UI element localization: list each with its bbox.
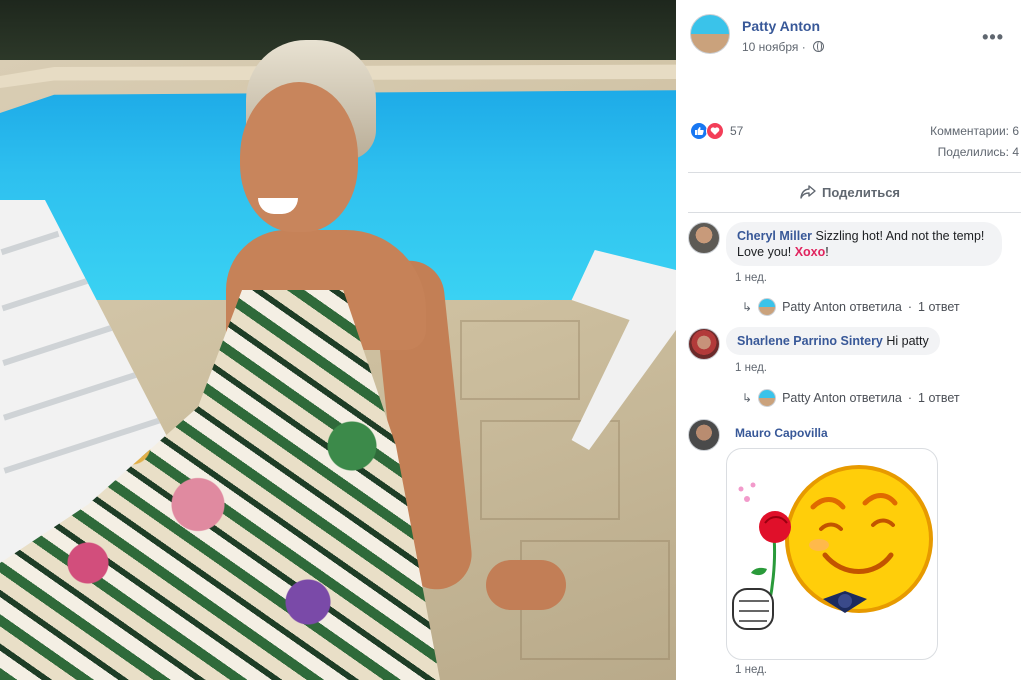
commenter-name[interactable]: Cheryl Miller <box>737 229 812 243</box>
comment-text: Hi patty <box>886 334 929 348</box>
view-replies-link[interactable]: ↳ Patty Anton ответила · 1 ответ <box>742 389 960 407</box>
reply-separator: · <box>907 391 913 405</box>
post-date-text[interactable]: 10 ноября <box>742 40 798 54</box>
comment-item: Mauro Capovilla 1 нед. <box>688 418 1018 680</box>
comment-text-trail: ! <box>825 245 829 259</box>
reply-count-text: 1 ответ <box>918 391 960 405</box>
reply-separator: · <box>907 300 913 314</box>
love-icon <box>706 122 724 140</box>
photo-woman-face <box>240 82 358 232</box>
comment-time[interactable]: 1 нед. <box>735 272 767 284</box>
reply-count-text: 1 ответ <box>918 300 960 314</box>
share-icon <box>800 185 816 199</box>
commenter-name[interactable]: Sharlene Parrino Sintery <box>737 334 883 348</box>
author-avatar[interactable] <box>690 14 730 54</box>
share-button-label: Поделиться <box>821 184 901 200</box>
reply-author-text: Patty Anton ответила <box>782 391 902 405</box>
post-date-separator: · <box>801 40 806 54</box>
comment-highlight-text: Xoxo <box>794 245 826 259</box>
commenter-avatar[interactable] <box>688 419 720 451</box>
comment-bubble: Sharlene Parrino Sintery Hi patty <box>726 327 940 355</box>
post-side-panel: Patty Anton 10 ноября · ••• 57 Комментар… <box>676 0 1024 680</box>
author-name[interactable]: Patty Anton <box>742 18 820 34</box>
reactions-count: 57 <box>730 124 744 138</box>
reply-arrow-icon: ↳ <box>742 391 753 405</box>
share-button[interactable]: Поделиться <box>690 178 1010 206</box>
comment-item: Cheryl Miller Sizzling hot! And not the … <box>688 222 1018 318</box>
reactions-summary[interactable]: 57 <box>690 122 743 140</box>
commenter-avatar[interactable] <box>688 222 720 254</box>
reply-author-text: Patty Anton ответила <box>782 300 902 314</box>
view-replies-link[interactable]: ↳ Patty Anton ответила · 1 ответ <box>742 298 960 316</box>
comment-time[interactable]: 1 нед. <box>735 362 767 374</box>
post-date[interactable]: 10 ноября · <box>742 40 825 54</box>
comment-bubble: Cheryl Miller Sizzling hot! And not the … <box>726 222 1002 266</box>
globe-icon <box>813 41 825 52</box>
comments-count[interactable]: Комментарии: 6 <box>930 124 1019 138</box>
post-photo[interactable] <box>0 0 676 680</box>
commenter-name[interactable]: Mauro Capovilla <box>735 426 828 440</box>
replier-avatar <box>758 389 777 407</box>
shares-count[interactable]: Поделились: 4 <box>938 145 1019 159</box>
more-options-icon[interactable]: ••• <box>982 28 1004 46</box>
smiley-sticker[interactable] <box>726 448 938 660</box>
commenter-avatar[interactable] <box>688 328 720 360</box>
divider <box>688 212 1021 213</box>
comment-time[interactable]: 1 нед. <box>735 664 767 676</box>
replier-avatar <box>758 298 777 316</box>
comment-item: Sharlene Parrino Sintery Hi patty 1 нед.… <box>688 327 1018 407</box>
post-header: Patty Anton 10 ноября · ••• <box>690 14 1010 58</box>
divider <box>688 172 1021 173</box>
comment-header: Mauro Capovilla <box>735 426 828 440</box>
photo-deck-slab <box>460 320 580 400</box>
photo-woman-hand <box>486 560 566 610</box>
reply-arrow-icon: ↳ <box>742 300 753 314</box>
